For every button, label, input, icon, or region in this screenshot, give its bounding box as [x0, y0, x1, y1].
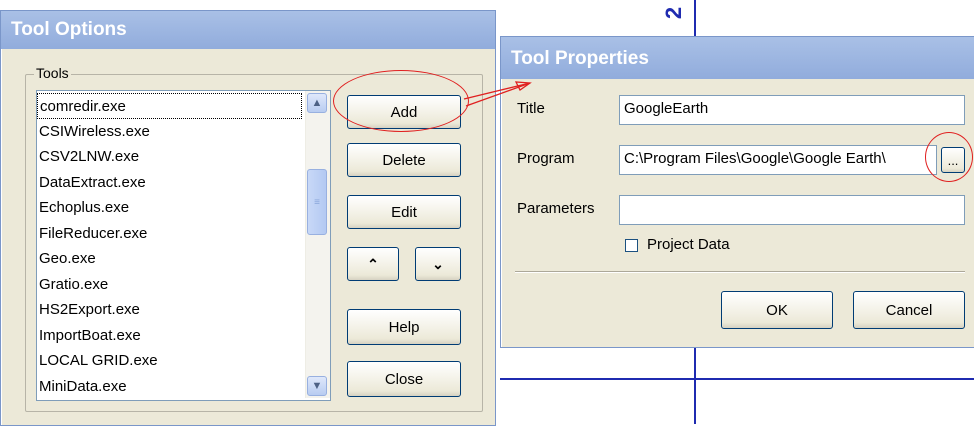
- list-item[interactable]: HS2Export.exe: [37, 297, 302, 323]
- list-item[interactable]: FileReducer.exe: [37, 221, 302, 247]
- project-data-checkbox[interactable]: [625, 239, 638, 252]
- parameters-field[interactable]: [619, 195, 965, 225]
- title-label: Title: [517, 100, 545, 117]
- background-vertical-line: [694, 0, 696, 36]
- tool-properties-titlebar[interactable]: Tool Properties: [501, 37, 974, 79]
- cancel-button[interactable]: Cancel: [853, 291, 965, 329]
- grip-icon: ≡: [314, 196, 320, 208]
- tool-properties-dialog: Tool Properties Title GoogleEarth Progra…: [500, 36, 974, 348]
- ok-button[interactable]: OK: [721, 291, 833, 329]
- list-item[interactable]: Geo.exe: [37, 246, 302, 272]
- project-data-label: Project Data: [647, 236, 730, 253]
- edit-button[interactable]: Edit: [347, 195, 461, 229]
- scroll-down-button[interactable]: ▼: [307, 376, 327, 396]
- browse-button[interactable]: ...: [941, 147, 965, 173]
- program-field[interactable]: C:\Program Files\Google\Google Earth\: [619, 145, 937, 175]
- scroll-up-arrow-icon: ▲: [311, 97, 323, 109]
- list-item[interactable]: CSIWireless.exe: [37, 119, 302, 145]
- background-vertical-line: [694, 346, 696, 424]
- tools-group-label: Tools: [34, 65, 71, 81]
- title-field[interactable]: GoogleEarth: [619, 95, 965, 125]
- tools-list: comredir.exe CSIWireless.exe CSV2LNW.exe Da…: [37, 93, 302, 399]
- tools-listbox[interactable]: comredir.exe CSIWireless.exe CSV2LNW.exe Da…: [36, 90, 331, 401]
- tool-options-titlebar[interactable]: Tool Options: [1, 11, 495, 49]
- list-item[interactable]: ImportBoat.exe: [37, 323, 302, 349]
- dialog-separator: [515, 271, 965, 273]
- move-down-button[interactable]: ⌄: [415, 247, 461, 281]
- tool-options-dialog: Tool Options Tools comredir.exe CSIWirele…: [0, 10, 496, 426]
- chevron-up-icon: ⌃: [367, 255, 379, 272]
- help-button[interactable]: Help: [347, 309, 461, 345]
- delete-button[interactable]: Delete: [347, 143, 461, 177]
- list-item[interactable]: MiniData.exe: [37, 374, 302, 400]
- list-item[interactable]: Gratio.exe: [37, 272, 302, 298]
- background-digit: 2: [661, 6, 687, 20]
- add-button[interactable]: Add: [347, 95, 461, 129]
- chevron-down-icon: ⌄: [432, 255, 444, 272]
- scroll-thumb[interactable]: ≡: [307, 169, 327, 235]
- scroll-up-button[interactable]: ▲: [307, 93, 327, 113]
- move-up-button[interactable]: ⌃: [347, 247, 399, 281]
- tools-scrollbar[interactable]: ▲ ≡ ▼: [305, 91, 330, 398]
- parameters-label: Parameters: [517, 200, 595, 217]
- program-label: Program: [517, 150, 575, 167]
- list-item[interactable]: DataExtract.exe: [37, 170, 302, 196]
- scroll-down-arrow-icon: ▼: [311, 380, 323, 392]
- list-item[interactable]: CSV2LNW.exe: [37, 144, 302, 170]
- list-item[interactable]: comredir.exe: [37, 93, 302, 119]
- list-item[interactable]: LOCAL GRID.exe: [37, 348, 302, 374]
- list-item[interactable]: Echoplus.exe: [37, 195, 302, 221]
- close-button[interactable]: Close: [347, 361, 461, 397]
- background-horizontal-line: [500, 378, 974, 380]
